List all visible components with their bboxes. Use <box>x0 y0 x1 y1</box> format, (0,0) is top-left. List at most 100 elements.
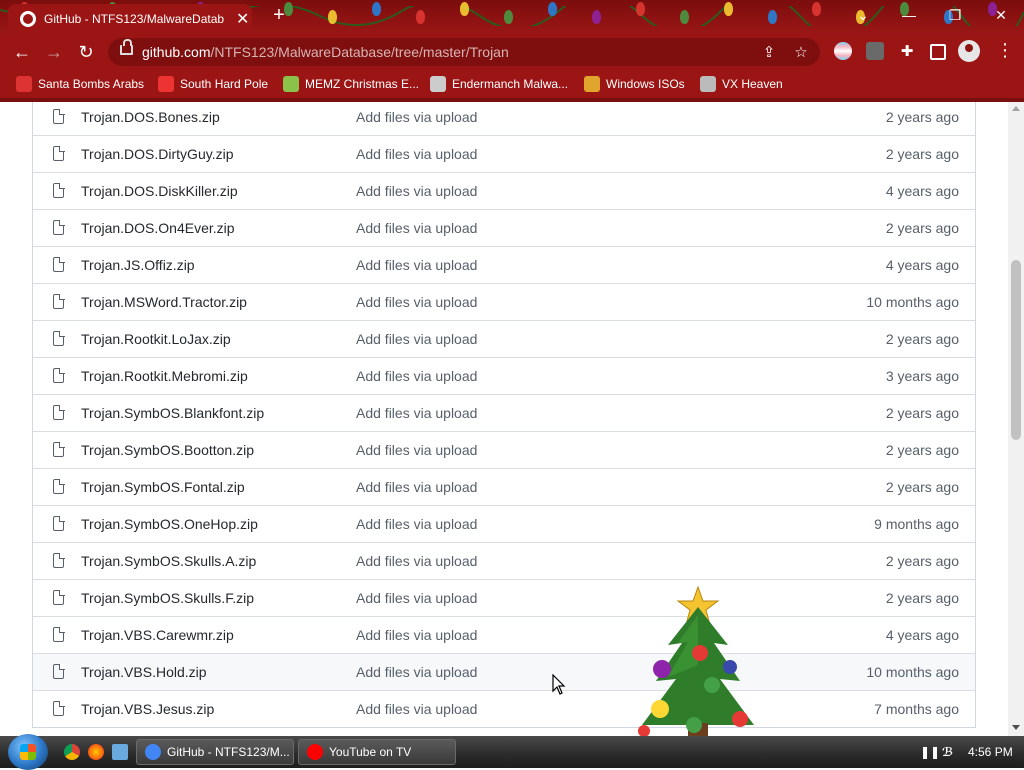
file-row[interactable]: Trojan.Rootkit.Mebromi.zip Add files via … <box>33 357 975 394</box>
share-icon[interactable]: ⇪ <box>760 43 778 61</box>
file-name-link[interactable]: Trojan.VBS.Carewmr.zip <box>81 627 234 643</box>
file-row[interactable]: Trojan.DOS.DiskKiller.zip Add files via u… <box>33 172 975 209</box>
file-name-link[interactable]: Trojan.SymbOS.Fontal.zip <box>81 479 245 495</box>
file-name-link[interactable]: Trojan.DOS.DirtyGuy.zip <box>81 146 233 162</box>
taskbar-clock[interactable]: 4:56 PM <box>968 745 1013 759</box>
commit-message-link[interactable]: Add files via upload <box>356 331 477 347</box>
tab-close-icon[interactable]: ✕ <box>236 9 249 29</box>
bookmark-item[interactable]: VX Heaven <box>700 76 783 92</box>
bookmark-item[interactable]: Santa Bombs Arabs <box>16 76 144 92</box>
bookmark-item[interactable]: MEMZ Christmas E... <box>283 76 419 92</box>
lock-icon[interactable] <box>120 39 133 55</box>
file-name-link[interactable]: Trojan.VBS.Hold.zip <box>81 664 207 680</box>
minimize-button[interactable]: — <box>886 0 932 30</box>
file-name-link[interactable]: Trojan.JS.Offiz.zip <box>81 257 195 273</box>
chrome-pinned-icon[interactable] <box>64 744 80 760</box>
commit-message-link[interactable]: Add files via upload <box>356 590 477 606</box>
file-row[interactable]: Trojan.SymbOS.OneHop.zip Add files via up… <box>33 505 975 542</box>
file-row[interactable]: Trojan.SymbOS.Fontal.zip Add files via up… <box>33 468 975 505</box>
file-name-link[interactable]: Trojan.MSWord.Tractor.zip <box>81 294 247 310</box>
file-row[interactable]: Trojan.VBS.Hold.zip Add files via upload 1… <box>33 653 975 690</box>
commit-message-link[interactable]: Add files via upload <box>356 183 477 199</box>
commit-message-link[interactable]: Add files via upload <box>356 257 477 273</box>
scrollbar-thumb[interactable] <box>1011 260 1021 440</box>
bookmark-item[interactable]: South Hard Pole <box>158 76 268 92</box>
commit-message-link[interactable]: Add files via upload <box>356 368 477 384</box>
commit-message-link[interactable]: Add files via upload <box>356 146 477 162</box>
christmas-light-bulb <box>592 10 601 24</box>
file-row[interactable]: Trojan.Rootkit.LoJax.zip Add files via up… <box>33 320 975 357</box>
file-row[interactable]: Trojan.SymbOS.Bootton.zip Add files via u… <box>33 431 975 468</box>
file-name-link[interactable]: Trojan.SymbOS.Bootton.zip <box>81 442 254 458</box>
commit-message-link[interactable]: Add files via upload <box>356 479 477 495</box>
file-row[interactable]: Trojan.SymbOS.Skulls.F.zip Add files via … <box>33 579 975 616</box>
file-name-link[interactable]: Trojan.DOS.Bones.zip <box>81 109 220 125</box>
file-row[interactable]: Trojan.VBS.Jesus.zip Add files via upload… <box>33 690 975 727</box>
file-name-link[interactable]: Trojan.SymbOS.Skulls.A.zip <box>81 553 256 569</box>
mouse-cursor-icon <box>552 674 566 695</box>
tab-search-chevron-icon[interactable]: ⌄ <box>840 0 886 30</box>
file-name-link[interactable]: Trojan.SymbOS.OneHop.zip <box>81 516 258 532</box>
file-name-link[interactable]: Trojan.DOS.On4Ever.zip <box>81 220 235 236</box>
file-icon <box>53 108 65 124</box>
extension-s-icon[interactable] <box>866 42 884 60</box>
file-row[interactable]: Trojan.SymbOS.Skulls.A.zip Add files via … <box>33 542 975 579</box>
commit-message-link[interactable]: Add files via upload <box>356 442 477 458</box>
file-row[interactable]: Trojan.JS.Offiz.zip Add files via upload 4… <box>33 246 975 283</box>
address-bar[interactable]: github.com/NTFS123/MalwareDatabase/tree/… <box>108 38 820 66</box>
scroll-up-arrow-icon[interactable] <box>1012 106 1020 111</box>
commit-message-link[interactable]: Add files via upload <box>356 516 477 532</box>
file-name-link[interactable]: Trojan.Rootkit.LoJax.zip <box>81 331 231 347</box>
scroll-down-arrow-icon[interactable] <box>1012 725 1020 730</box>
commit-message-link[interactable]: Add files via upload <box>356 664 477 680</box>
file-row[interactable]: Trojan.DOS.DirtyGuy.zip Add files via upl… <box>33 135 975 172</box>
file-name-link[interactable]: Trojan.DOS.DiskKiller.zip <box>81 183 238 199</box>
file-name-link[interactable]: Trojan.Rootkit.Mebromi.zip <box>81 368 248 384</box>
bookmark-favicon-icon <box>16 76 32 92</box>
christmas-light-bulb <box>548 2 557 16</box>
file-name-link[interactable]: Trojan.SymbOS.Blankfont.zip <box>81 405 264 421</box>
reload-button[interactable]: ↻ <box>74 40 98 64</box>
bookmark-star-icon[interactable]: ☆ <box>792 43 810 61</box>
extension-flag-icon[interactable] <box>834 42 852 60</box>
tray-b-icon[interactable]: ℬ <box>942 745 953 759</box>
file-row[interactable]: Trojan.SymbOS.Blankfont.zip Add files via… <box>33 394 975 431</box>
commit-age: 2 years ago <box>885 220 959 236</box>
commit-message-link[interactable]: Add files via upload <box>356 553 477 569</box>
file-row[interactable]: Trojan.MSWord.Tractor.zip Add files via u… <box>33 283 975 320</box>
christmas-light-bulb <box>724 2 733 16</box>
firefox-pinned-icon[interactable] <box>88 744 104 760</box>
commit-message-link[interactable]: Add files via upload <box>356 294 477 310</box>
bookmark-item[interactable]: Endermanch Malwa... <box>430 76 568 92</box>
start-button[interactable] <box>8 734 48 770</box>
vertical-scrollbar[interactable] <box>1008 102 1024 736</box>
taskbar-task-button[interactable]: YouTube on TV <box>298 739 456 765</box>
computer-pinned-icon[interactable] <box>112 744 128 760</box>
christmas-light-bulb <box>680 10 689 24</box>
chrome-menu-button[interactable]: ⋮ <box>996 40 1014 61</box>
new-tab-button[interactable]: + <box>256 0 302 30</box>
bookmark-label: South Hard Pole <box>180 77 269 91</box>
commit-message-link[interactable]: Add files via upload <box>356 109 477 125</box>
file-row[interactable]: Trojan.DOS.Bones.zip Add files via upload… <box>33 102 975 135</box>
tab-github[interactable]: GitHub - NTFS123/MalwareDatab ✕ <box>8 4 252 34</box>
tray-pause-icon[interactable]: ❚❚ <box>920 745 940 759</box>
file-row[interactable]: Trojan.VBS.Carewmr.zip Add files via uplo… <box>33 616 975 653</box>
restore-button[interactable]: ❐ <box>932 0 978 30</box>
file-row[interactable]: Trojan.DOS.On4Ever.zip Add files via uplo… <box>33 209 975 246</box>
profile-avatar-icon[interactable] <box>958 40 980 62</box>
file-name-link[interactable]: Trojan.SymbOS.Skulls.F.zip <box>81 590 254 606</box>
file-name-link[interactable]: Trojan.VBS.Jesus.zip <box>81 701 214 717</box>
side-panel-icon[interactable] <box>930 44 946 60</box>
commit-message-link[interactable]: Add files via upload <box>356 627 477 643</box>
url-text[interactable]: github.com/NTFS123/MalwareDatabase/tree/… <box>142 44 509 60</box>
commit-message-link[interactable]: Add files via upload <box>356 220 477 236</box>
commit-message-link[interactable]: Add files via upload <box>356 405 477 421</box>
bookmark-item[interactable]: Windows ISOs <box>584 76 685 92</box>
back-button[interactable]: ← <box>10 40 34 64</box>
window-close-button[interactable]: ✕ <box>978 0 1024 30</box>
extensions-puzzle-icon[interactable]: ✚ <box>898 42 916 60</box>
taskbar-task-button[interactable]: GitHub - NTFS123/M... <box>136 739 294 765</box>
forward-button[interactable]: → <box>42 40 66 64</box>
commit-message-link[interactable]: Add files via upload <box>356 701 477 717</box>
